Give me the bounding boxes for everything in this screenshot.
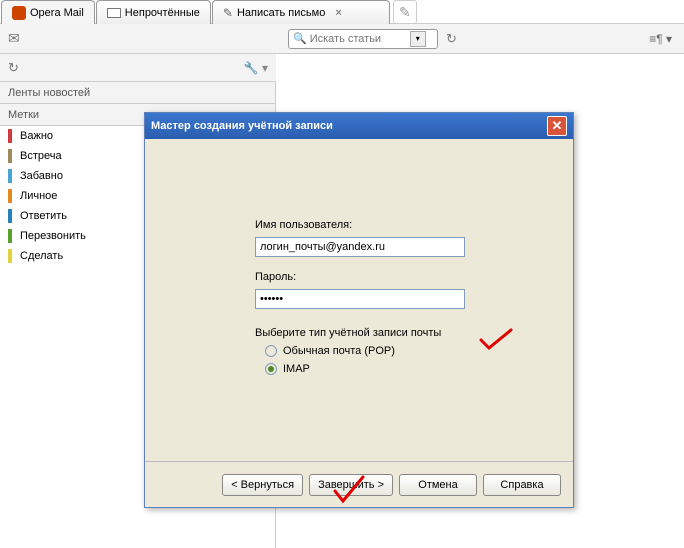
refresh-icon[interactable]: ↻ — [8, 60, 19, 76]
radio-icon — [265, 363, 277, 375]
cancel-button[interactable]: Отмена — [399, 474, 477, 496]
label-text: Важно — [20, 130, 53, 142]
label-text: Забавно — [20, 170, 63, 182]
search-icon: 🔍 — [293, 32, 307, 45]
radio-imap[interactable]: IMAP — [265, 363, 573, 375]
color-swatch-icon — [8, 209, 12, 223]
pencil-icon: ✎ — [223, 6, 233, 20]
account-wizard-dialog: Мастер создания учётной записи ✕ Имя пол… — [144, 112, 574, 508]
label-text: Сделать — [20, 250, 63, 262]
radio-label: IMAP — [283, 363, 310, 375]
tab-label: Opera Mail — [30, 7, 84, 19]
label-text: Личное — [20, 190, 57, 202]
feeds-header[interactable]: Ленты новостей — [0, 82, 275, 104]
password-input[interactable] — [255, 289, 465, 309]
dialog-body: Имя пользователя: Пароль: Выберите тип у… — [145, 139, 573, 461]
refresh-icon[interactable]: ↻ — [446, 31, 457, 47]
username-input[interactable] — [255, 237, 465, 257]
radio-label: Обычная почта (POP) — [283, 345, 395, 357]
search-input-wrap[interactable]: 🔍 ▾ — [288, 29, 438, 49]
color-swatch-icon — [8, 149, 12, 163]
envelope-icon[interactable]: ✉ — [8, 30, 20, 47]
color-swatch-icon — [8, 249, 12, 263]
label-text: Ответить — [20, 210, 67, 222]
search-input[interactable] — [310, 33, 410, 45]
tab-label: Написать письмо — [237, 7, 325, 19]
label-text: Перезвонить — [20, 230, 86, 242]
username-label: Имя пользователя: — [255, 219, 573, 231]
color-swatch-icon — [8, 189, 12, 203]
dialog-close-button[interactable]: ✕ — [547, 116, 567, 136]
finish-button[interactable]: Завершить > — [309, 474, 393, 496]
search-dropdown-icon[interactable]: ▾ — [410, 31, 426, 47]
tab-bar: Opera Mail Непрочтённые ✎ Написать письм… — [0, 0, 684, 24]
sidebar-toolbar: ↻ 🔧 ▾ — [0, 54, 276, 82]
tab-unread[interactable]: Непрочтённые — [96, 0, 211, 24]
dialog-titlebar[interactable]: Мастер создания учётной записи ✕ — [145, 113, 573, 139]
label-text: Встреча — [20, 150, 62, 162]
settings-icon[interactable]: ≡¶ ▾ — [649, 32, 672, 46]
dialog-footer: < Вернуться Завершить > Отмена Справка — [145, 461, 573, 507]
color-swatch-icon — [8, 229, 12, 243]
toolbar-left: ✉ — [0, 24, 276, 54]
tab-label: Непрочтённые — [125, 7, 200, 19]
radio-pop[interactable]: Обычная почта (POP) — [265, 345, 573, 357]
section-label: Ленты новостей — [8, 87, 90, 99]
quick-compose-icon[interactable]: ✎ — [393, 0, 417, 24]
wrench-icon[interactable]: 🔧 ▾ — [244, 61, 268, 75]
color-swatch-icon — [8, 129, 12, 143]
main-toolbar: ✉ 🔍 ▾ ↻ ≡¶ ▾ — [0, 24, 684, 54]
help-button[interactable]: Справка — [483, 474, 561, 496]
password-label: Пароль: — [255, 271, 573, 283]
back-button[interactable]: < Вернуться — [222, 474, 303, 496]
close-tab-icon[interactable]: × — [335, 7, 341, 19]
toolbar-right: 🔍 ▾ ↻ ≡¶ ▾ — [276, 29, 684, 49]
account-type-label: Выберите тип учётной записи почты — [255, 327, 573, 339]
tab-compose[interactable]: ✎ Написать письмо × — [212, 0, 390, 24]
section-label: Метки — [8, 109, 39, 121]
dialog-title-text: Мастер создания учётной записи — [151, 120, 333, 132]
envelope-icon — [107, 8, 121, 18]
opera-icon — [12, 6, 26, 20]
color-swatch-icon — [8, 169, 12, 183]
radio-icon — [265, 345, 277, 357]
tab-app[interactable]: Opera Mail — [1, 0, 95, 24]
